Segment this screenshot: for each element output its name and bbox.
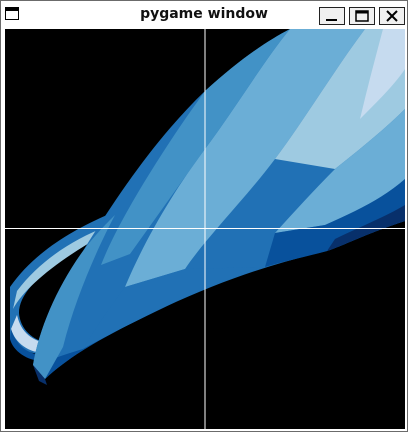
close-icon (386, 10, 398, 22)
render-svg (5, 29, 405, 429)
pygame-window: pygame window (0, 0, 408, 432)
maximize-button[interactable] (349, 7, 375, 25)
render-canvas[interactable] (5, 29, 405, 429)
title-bar[interactable]: pygame window (1, 1, 407, 29)
window-app-icon[interactable] (5, 7, 19, 20)
minimize-button[interactable] (319, 7, 345, 25)
close-button[interactable] (379, 7, 405, 25)
minimize-icon (326, 19, 337, 21)
maximize-icon (355, 10, 369, 22)
window-title: pygame window (140, 6, 268, 22)
